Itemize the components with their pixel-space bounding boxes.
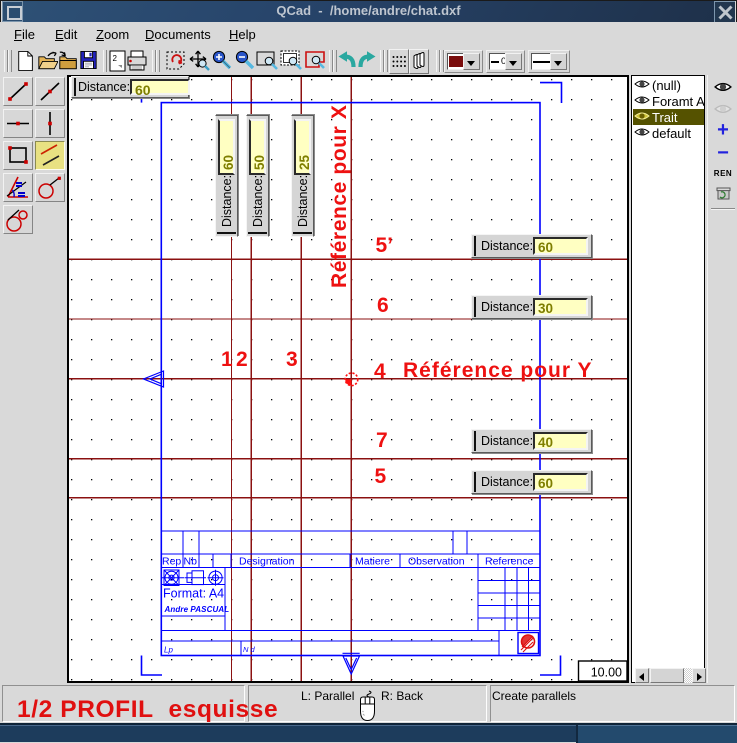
svg-text:2: 2 <box>236 348 248 371</box>
svg-text:6: 6 <box>377 294 389 317</box>
svg-text:Lp: Lp <box>164 646 173 655</box>
svg-text:Andre PASCUAL: Andre PASCUAL <box>164 605 230 614</box>
svg-text:Référence pour X: Référence pour X <box>328 105 351 289</box>
svg-text:Nb: Nb <box>184 556 198 568</box>
svg-text:Format: A4: Format: A4 <box>163 587 224 601</box>
svg-text:N d: N d <box>243 645 256 654</box>
svg-text:5’: 5’ <box>376 234 394 257</box>
svg-text:1: 1 <box>221 348 233 371</box>
svg-text:5: 5 <box>375 465 387 488</box>
svg-text:4: 4 <box>374 360 386 383</box>
svg-text:2: 2 <box>113 54 118 63</box>
svg-text:3: 3 <box>286 348 298 371</box>
svg-text:Rep: Rep <box>162 556 181 568</box>
svg-text:7: 7 <box>376 429 388 452</box>
svg-text:Matiere: Matiere <box>355 556 390 568</box>
svg-text:Référence pour Y: Référence pour Y <box>403 359 593 382</box>
svg-text:Reference: Reference <box>485 556 534 568</box>
svg-text:Observation: Observation <box>408 556 465 568</box>
svg-text:Designation: Designation <box>239 556 295 568</box>
svg-text:10.00: 10.00 <box>591 666 622 680</box>
